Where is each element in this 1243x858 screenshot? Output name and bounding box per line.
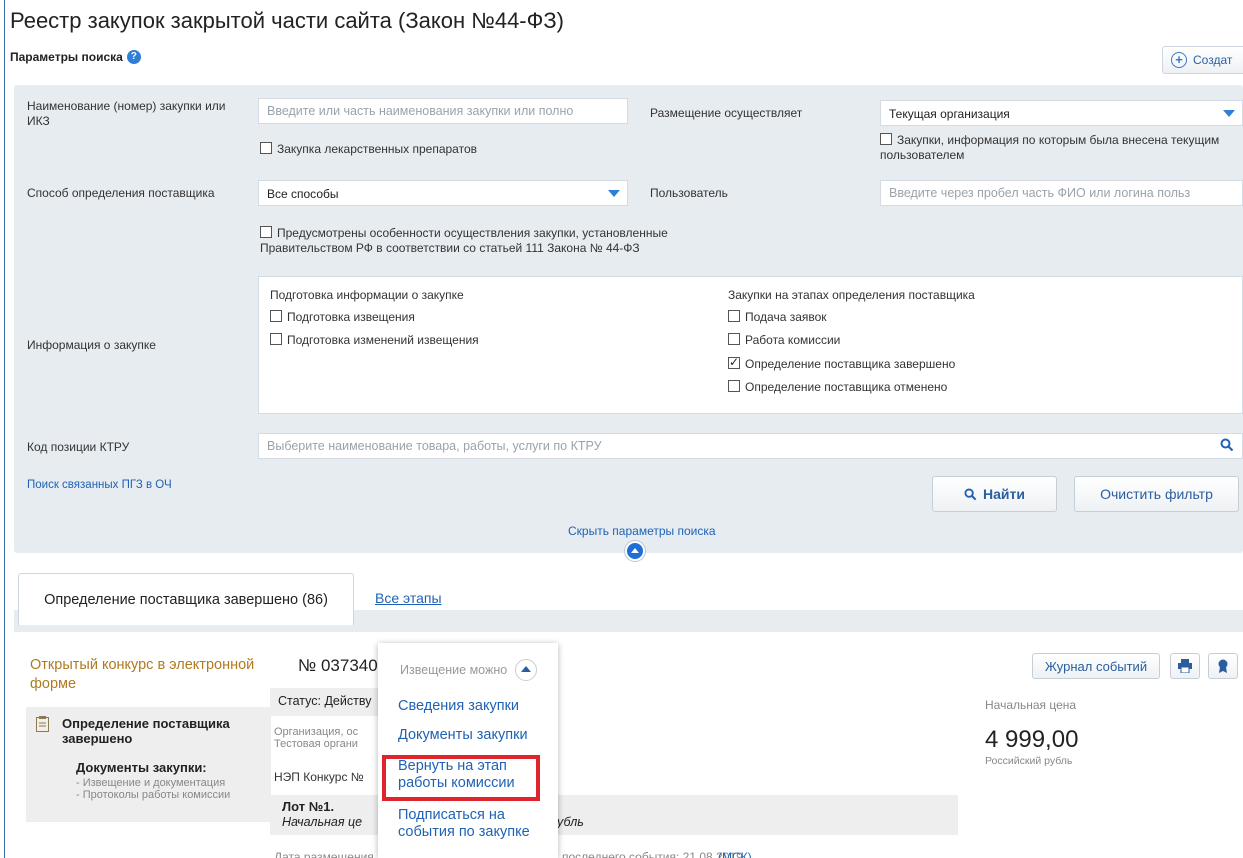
clear-filter-button[interactable]: Очистить фильтр bbox=[1074, 476, 1239, 512]
create-button[interactable]: + Создат bbox=[1162, 46, 1243, 74]
stage-checkbox-applications[interactable]: Подача заявок bbox=[728, 310, 827, 325]
checkbox-box[interactable] bbox=[270, 310, 282, 322]
dropdown-header[interactable]: Извещение можно bbox=[400, 659, 538, 681]
ktru-placeholder: Выберите наименование товара, работы, ус… bbox=[267, 439, 602, 453]
placement-select[interactable]: Текущая организация bbox=[880, 100, 1243, 126]
stage-title: Определение поставщика завершено bbox=[62, 716, 230, 746]
stage-checkbox-label: Подача заявок bbox=[745, 310, 827, 324]
stage-checkbox-label: Определение поставщика отменено bbox=[745, 380, 948, 394]
tab-all-stages[interactable]: Все этапы bbox=[375, 590, 442, 606]
find-button-label: Найти bbox=[983, 486, 1025, 502]
org-line1: Организация, ос bbox=[274, 726, 359, 738]
checkbox-box[interactable] bbox=[880, 133, 892, 145]
award-icon bbox=[1218, 659, 1228, 673]
search-icon bbox=[964, 487, 977, 500]
features-checkbox[interactable]: Предусмотрены особенности осуществления … bbox=[260, 226, 730, 256]
checkbox-box[interactable] bbox=[260, 142, 272, 154]
procurement-number[interactable]: № 037340 bbox=[298, 656, 378, 676]
method-select[interactable]: Все способы bbox=[258, 180, 628, 206]
checkbox-box-checked[interactable] bbox=[728, 355, 740, 370]
features-checkbox-label: Предусмотрены особенности осуществления … bbox=[260, 226, 668, 255]
stages-title: Закупки на этапах определения поставщика bbox=[728, 288, 975, 302]
price-label: Начальная цена bbox=[985, 698, 1077, 712]
placement-select-value: Текущая организация bbox=[889, 107, 1010, 121]
related-search-link[interactable]: Поиск связанных ПГЗ в ОЧ bbox=[27, 478, 172, 493]
currency-label: Российский рубль bbox=[985, 755, 1073, 767]
hide-params-link[interactable]: Скрыть параметры поиска bbox=[568, 524, 716, 538]
checkbox-box[interactable] bbox=[728, 333, 740, 345]
menu-item-purchase-docs[interactable]: Документы закупки bbox=[398, 727, 548, 744]
print-icon bbox=[1178, 659, 1192, 673]
procurement-type[interactable]: Открытый конкурс в электронной форме bbox=[30, 656, 285, 694]
medicine-checkbox-label: Закупка лекарственных препаратов bbox=[277, 142, 477, 156]
info-label: Информация о закупке bbox=[27, 338, 156, 352]
user-input[interactable]: Введите через пробел часть ФИО или логин… bbox=[880, 180, 1243, 206]
print-button[interactable] bbox=[1170, 653, 1200, 679]
menu-item-purchase-info[interactable]: Сведения закупки bbox=[398, 698, 548, 715]
ktru-input[interactable]: Выберите наименование товара, работы, ус… bbox=[258, 433, 1243, 459]
nep-line: НЭП Конкурс № bbox=[274, 770, 364, 784]
prep-checkbox-changes[interactable]: Подготовка изменений извещения bbox=[270, 333, 479, 348]
help-icon[interactable]: ? bbox=[126, 50, 141, 64]
collapse-up-icon[interactable] bbox=[625, 541, 645, 561]
bottom-partial-left: Дата размещения bbox=[274, 850, 374, 858]
status-row: Статус: Действу bbox=[270, 688, 380, 716]
checkbox-box[interactable] bbox=[728, 380, 740, 392]
tab-supplier-completed[interactable]: Определение поставщика завершено (86) bbox=[18, 573, 354, 625]
price-value: 4 999,00 bbox=[985, 726, 1079, 753]
checkbox-box[interactable] bbox=[270, 333, 282, 345]
stage-checkbox-commission[interactable]: Работа комиссии bbox=[728, 333, 840, 348]
bottom-partial-right: последнего события: 21.08.2019 bbox=[562, 850, 743, 858]
docs-item[interactable]: - Извещение и документация bbox=[76, 777, 230, 789]
docs-item[interactable]: - Протоколы работы комиссии bbox=[76, 789, 230, 801]
page-title: Реестр закупок закрытой части сайта (Зак… bbox=[10, 8, 564, 33]
purchase-name-input[interactable]: Введите или часть наименования закупки и… bbox=[258, 98, 628, 124]
current-user-checkbox[interactable]: Закупки, информация по которым была внес… bbox=[880, 133, 1230, 163]
placement-label: Размещение осуществляет bbox=[650, 106, 803, 120]
ktru-label: Код позиции КТРУ bbox=[27, 440, 130, 454]
method-label: Способ определения поставщика bbox=[27, 186, 215, 200]
stage-checkbox-label: Определение поставщика завершено bbox=[745, 357, 956, 371]
user-label: Пользователь bbox=[650, 186, 728, 200]
prep-title: Подготовка информации о закупке bbox=[270, 288, 464, 302]
dropdown-arrow-icon[interactable] bbox=[601, 181, 627, 205]
event-journal-button[interactable]: Журнал событий bbox=[1032, 653, 1160, 679]
docs-title: Документы закупки: bbox=[76, 760, 207, 775]
plus-icon: + bbox=[1171, 52, 1187, 68]
lot-title: Лот №1. bbox=[282, 799, 335, 814]
checkbox-box[interactable] bbox=[260, 226, 272, 238]
notice-actions-dropdown: Извещение можно Сведения закупки Докумен… bbox=[378, 643, 558, 858]
chevron-up-icon[interactable] bbox=[515, 659, 538, 681]
purchase-name-label: Наименование (номер) закупки или ИКЗ bbox=[27, 99, 226, 128]
org-label: Организация, ос Тестовая органи bbox=[274, 726, 358, 750]
lot-box bbox=[270, 795, 958, 835]
lot-price-prefix: Начальная це bbox=[282, 815, 363, 829]
checkbox-box[interactable] bbox=[728, 310, 740, 322]
docs-list: - Извещение и документация - Протоколы р… bbox=[76, 777, 230, 801]
org-line2: Тестовая органи bbox=[274, 738, 358, 750]
stage-checkbox-label: Работа комиссии bbox=[745, 333, 841, 347]
prep-checkbox-label: Подготовка извещения bbox=[287, 310, 415, 324]
search-params-heading: Параметры поиска ? bbox=[10, 50, 141, 64]
award-button[interactable] bbox=[1208, 653, 1238, 679]
current-user-checkbox-label: Закупки, информация по которым была внес… bbox=[880, 133, 1220, 162]
document-icon bbox=[36, 716, 49, 732]
search-icon[interactable] bbox=[1220, 438, 1234, 452]
prep-checkbox-notice[interactable]: Подготовка извещения bbox=[270, 310, 415, 325]
method-select-value: Все способы bbox=[267, 187, 339, 201]
dropdown-header-label: Извещение можно bbox=[400, 663, 508, 677]
msk-link[interactable]: (МСК) bbox=[718, 850, 752, 858]
highlight-box bbox=[382, 755, 540, 801]
stage-checkbox-cancelled[interactable]: Определение поставщика отменено bbox=[728, 380, 947, 395]
window-border bbox=[4, 0, 5, 858]
dropdown-arrow-icon[interactable] bbox=[1216, 101, 1242, 125]
create-button-label: Создат bbox=[1193, 53, 1233, 67]
find-button[interactable]: Найти bbox=[932, 476, 1057, 512]
medicine-checkbox[interactable]: Закупка лекарственных препаратов bbox=[260, 142, 477, 157]
stage-checkbox-completed[interactable]: Определение поставщика завершено bbox=[728, 355, 956, 372]
prep-checkbox-label: Подготовка изменений извещения bbox=[287, 333, 479, 347]
menu-item-subscribe-events[interactable]: Подписаться на события по закупке bbox=[398, 807, 533, 841]
search-params-label: Параметры поиска bbox=[10, 50, 123, 64]
